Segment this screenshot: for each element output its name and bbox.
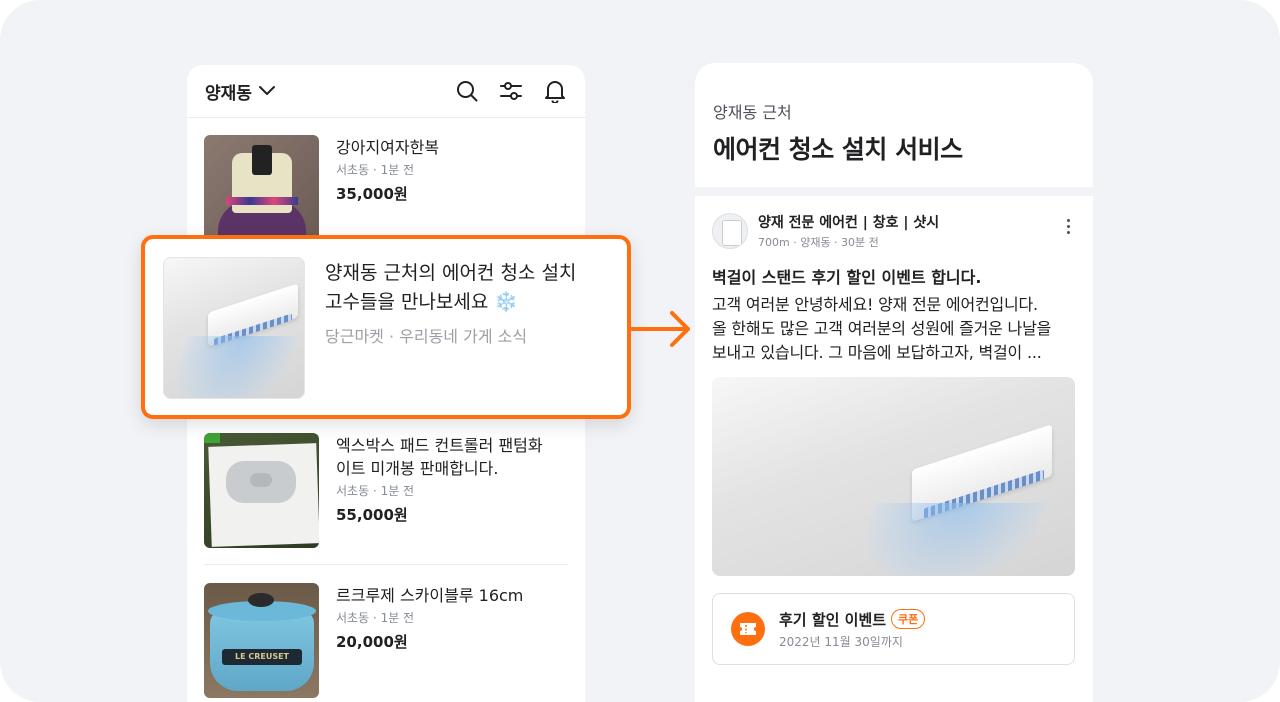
item-title: 르크루제 스카이블루 16cm — [336, 586, 524, 605]
page-title: 에어컨 청소 설치 서비스 — [713, 135, 963, 164]
author-meta: 700m · 양재동 · 30분 전 — [758, 236, 879, 249]
filter-icon[interactable] — [499, 79, 523, 103]
post-text: 고객 여러분 안녕하세요! 양재 전문 에어컨입니다. 올 한해도 많은 고객 … — [712, 293, 1076, 365]
top-bar: 양재동 — [187, 65, 585, 118]
item-title-line1: 엑스박스 패드 컨트롤러 팬텀화 — [336, 436, 543, 455]
page-subtitle: 양재동 근처 — [713, 103, 792, 122]
ticket-icon — [731, 612, 765, 646]
pot-brand-label: LE CREUSET — [222, 649, 302, 665]
list-item[interactable]: 강아지여자한복 서초동 · 1분 전 35,000원 — [204, 135, 568, 250]
item-title-line2: 이트 미개봉 판매합니다. — [336, 459, 499, 478]
ad-title-line2: 고수들을 만나보세요 — [325, 291, 489, 313]
divider — [204, 564, 568, 565]
post-image[interactable] — [712, 377, 1075, 576]
ad-meta: 당근마켓 · 우리동네 가게 소식 — [325, 327, 528, 346]
item-meta: 서초동 · 1분 전 — [336, 163, 415, 177]
item-price: 20,000원 — [336, 633, 408, 651]
post-text-line3: 보내고 있습니다. 그 마음에 보답하고자, 벽걸이 ... — [712, 343, 1042, 362]
canvas: 양재동 강아지여자한복 서초동 · 1분 전 35,000원 엑스박스 패드 컨… — [0, 0, 1280, 702]
search-icon[interactable] — [455, 79, 479, 103]
item-meta: 서초동 · 1분 전 — [336, 484, 415, 498]
post-text-line1: 고객 여러분 안녕하세요! 양재 전문 에어컨입니다. — [712, 295, 1038, 314]
post: 양재 전문 에어컨 | 창호 | 샷시 700m · 양재동 · 30분 전 벽… — [695, 196, 1093, 665]
item-price: 55,000원 — [336, 506, 408, 524]
highlighted-ad-card[interactable]: 양재동 근처의 에어컨 청소 설치 고수들을 만나보세요 ❄️ 당근마켓 · 우… — [141, 235, 631, 419]
item-title: 엑스박스 패드 컨트롤러 팬텀화 이트 미개봉 판매합니다. — [336, 434, 543, 480]
author-name: 양재 전문 에어컨 | 창호 | 샷시 — [758, 215, 940, 231]
section-divider — [695, 187, 1093, 196]
snowflake-icon: ❄️ — [494, 291, 519, 313]
item-thumbnail — [204, 135, 319, 250]
ad-title-line1: 양재동 근처의 에어컨 청소 설치 — [325, 262, 577, 284]
post-title: 벽걸이 스탠드 후기 할인 이벤트 합니다. — [712, 268, 982, 287]
item-thumbnail — [204, 433, 319, 548]
post-text-line2: 올 한해도 많은 고객 여러분의 성원에 즐거운 나날을 — [712, 319, 1052, 338]
ad-thumbnail — [163, 257, 305, 399]
coupon-badge: 쿠폰 — [891, 609, 926, 629]
right-phone-screen: 양재동 근처 에어컨 청소 설치 서비스 양재 전문 에어컨 | 창호 | 샷시… — [695, 63, 1093, 702]
item-meta: 서초동 · 1분 전 — [336, 611, 415, 625]
coupon-card[interactable]: 후기 할인 이벤트 쿠폰 2022년 11월 30일까지 — [712, 593, 1075, 665]
coupon-date: 2022년 11월 30일까지 — [779, 634, 903, 649]
post-author[interactable]: 양재 전문 에어컨 | 창호 | 샷시 700m · 양재동 · 30분 전 — [712, 212, 1076, 250]
bell-icon[interactable] — [543, 79, 567, 103]
list-item[interactable]: 엑스박스 패드 컨트롤러 팬텀화 이트 미개봉 판매합니다. 서초동 · 1분 … — [204, 433, 568, 548]
chevron-down-icon — [258, 85, 276, 97]
coupon-title: 후기 할인 이벤트 — [779, 610, 887, 629]
location-label: 양재동 — [205, 83, 252, 104]
item-title: 강아지여자한복 — [336, 138, 440, 157]
ad-title: 양재동 근처의 에어컨 청소 설치 고수들을 만나보세요 ❄️ — [325, 259, 615, 317]
more-vertical-icon[interactable] — [1060, 216, 1076, 236]
item-thumbnail: LE CREUSET — [204, 583, 319, 698]
list-item[interactable]: LE CREUSET 르크루제 스카이블루 16cm 서초동 · 1분 전 20… — [204, 583, 568, 698]
avatar — [712, 213, 748, 249]
arrow-right-icon — [630, 309, 694, 353]
location-selector[interactable]: 양재동 — [205, 79, 276, 104]
item-price: 35,000원 — [336, 185, 408, 203]
